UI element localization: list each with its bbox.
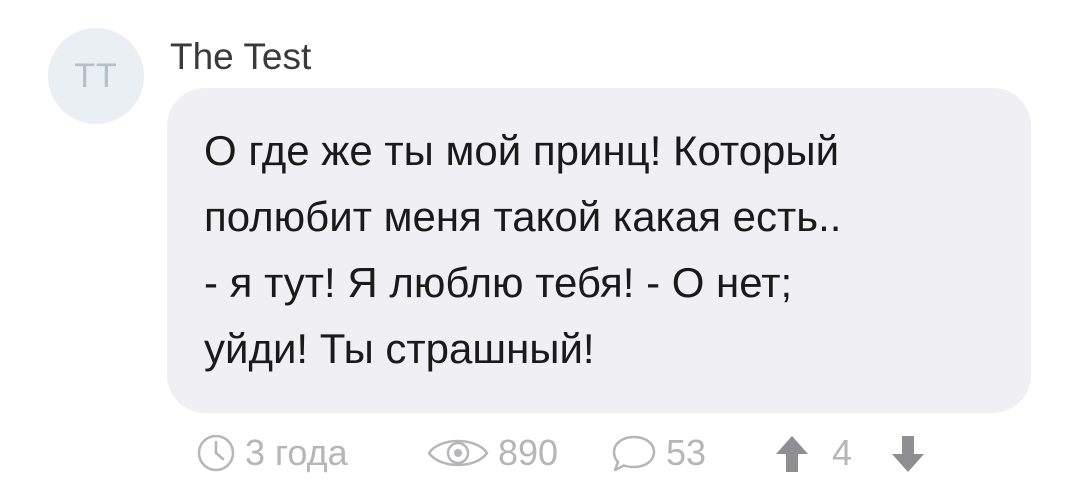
downvote-button[interactable] bbox=[888, 430, 928, 476]
views-count-text: 890 bbox=[498, 432, 559, 473]
reply-button[interactable]: 53 bbox=[610, 430, 706, 476]
upvote-button[interactable] bbox=[772, 430, 812, 476]
views-count: 890 bbox=[426, 430, 558, 476]
avatar-initials: TT bbox=[74, 56, 118, 95]
rating-value: 4 bbox=[832, 430, 852, 476]
comment-age: 3 года bbox=[195, 430, 348, 476]
downvote-arrow-icon bbox=[892, 436, 924, 472]
replies-count-text: 53 bbox=[666, 432, 707, 473]
avatar[interactable]: TT bbox=[48, 28, 144, 124]
author-name[interactable]: The Test bbox=[170, 36, 311, 78]
rating-value-text: 4 bbox=[832, 432, 853, 473]
upvote-arrow-icon bbox=[776, 436, 808, 472]
comment-text: О где же ты мой принц! Который полюбит м… bbox=[204, 127, 842, 372]
eye-icon bbox=[427, 439, 489, 467]
comment-bubble: О где же ты мой принц! Который полюбит м… bbox=[167, 88, 1031, 413]
comment-bubble-icon bbox=[612, 435, 656, 472]
comment-age-text: 3 года bbox=[245, 432, 348, 473]
clock-icon bbox=[197, 434, 235, 472]
